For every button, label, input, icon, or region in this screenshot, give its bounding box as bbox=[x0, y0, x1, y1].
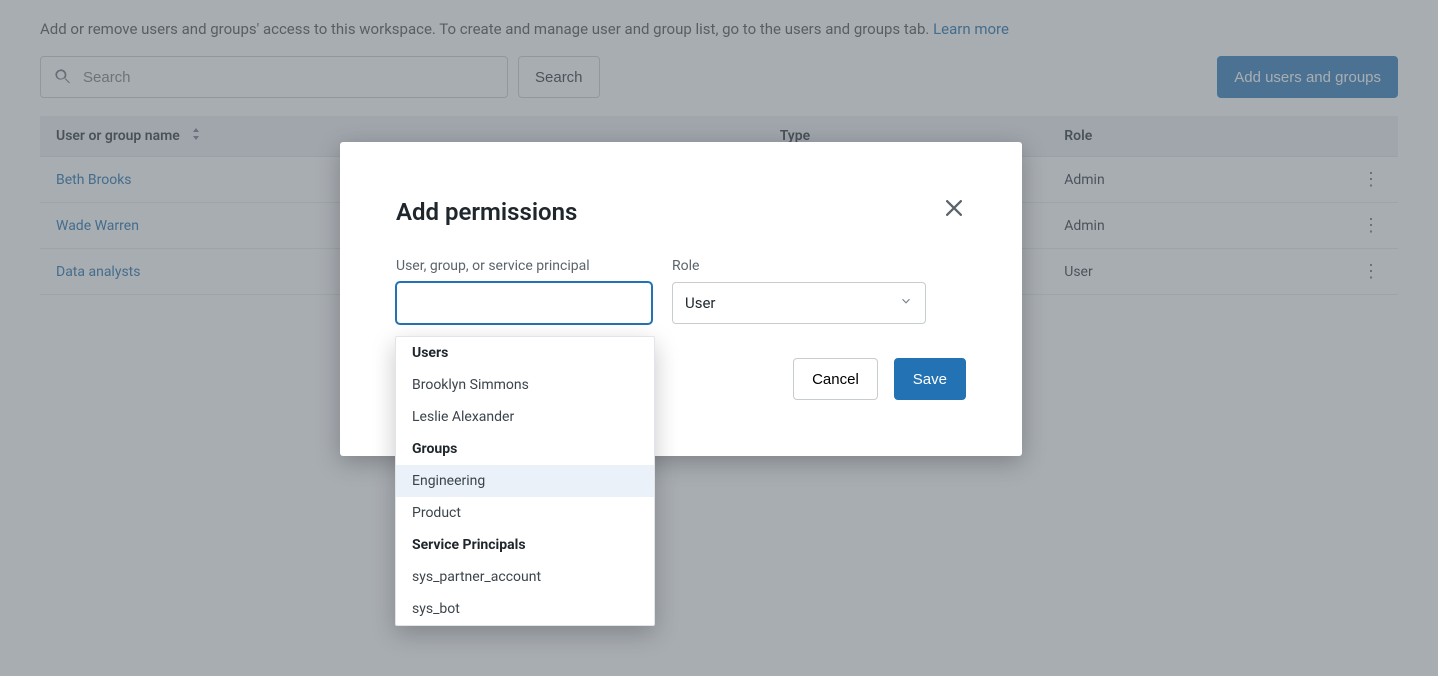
save-button[interactable]: Save bbox=[894, 358, 966, 400]
dropdown-section-header: Users bbox=[396, 337, 654, 369]
dropdown-section-header: Service Principals bbox=[396, 529, 654, 561]
principal-label: User, group, or service principal bbox=[396, 258, 652, 274]
role-value: User bbox=[685, 294, 716, 312]
principal-dropdown[interactable]: UsersBrooklyn SimmonsLeslie AlexanderGro… bbox=[395, 336, 655, 626]
chevron-down-icon bbox=[899, 294, 913, 312]
role-label: Role bbox=[672, 258, 926, 274]
dropdown-item[interactable]: Leslie Alexander bbox=[396, 401, 654, 433]
dropdown-item[interactable]: Product bbox=[396, 497, 654, 529]
dropdown-item[interactable]: sys_partner_account bbox=[396, 561, 654, 593]
role-select[interactable]: User bbox=[672, 282, 926, 324]
dropdown-item[interactable]: sys_bot bbox=[396, 593, 654, 625]
dropdown-item[interactable]: Brooklyn Simmons bbox=[396, 369, 654, 401]
dropdown-section-header: Groups bbox=[396, 433, 654, 465]
principal-input[interactable] bbox=[396, 282, 652, 324]
modal-title: Add permissions bbox=[396, 198, 966, 226]
close-icon[interactable] bbox=[946, 200, 966, 220]
cancel-button[interactable]: Cancel bbox=[793, 358, 878, 400]
dropdown-item[interactable]: Engineering bbox=[396, 465, 654, 497]
